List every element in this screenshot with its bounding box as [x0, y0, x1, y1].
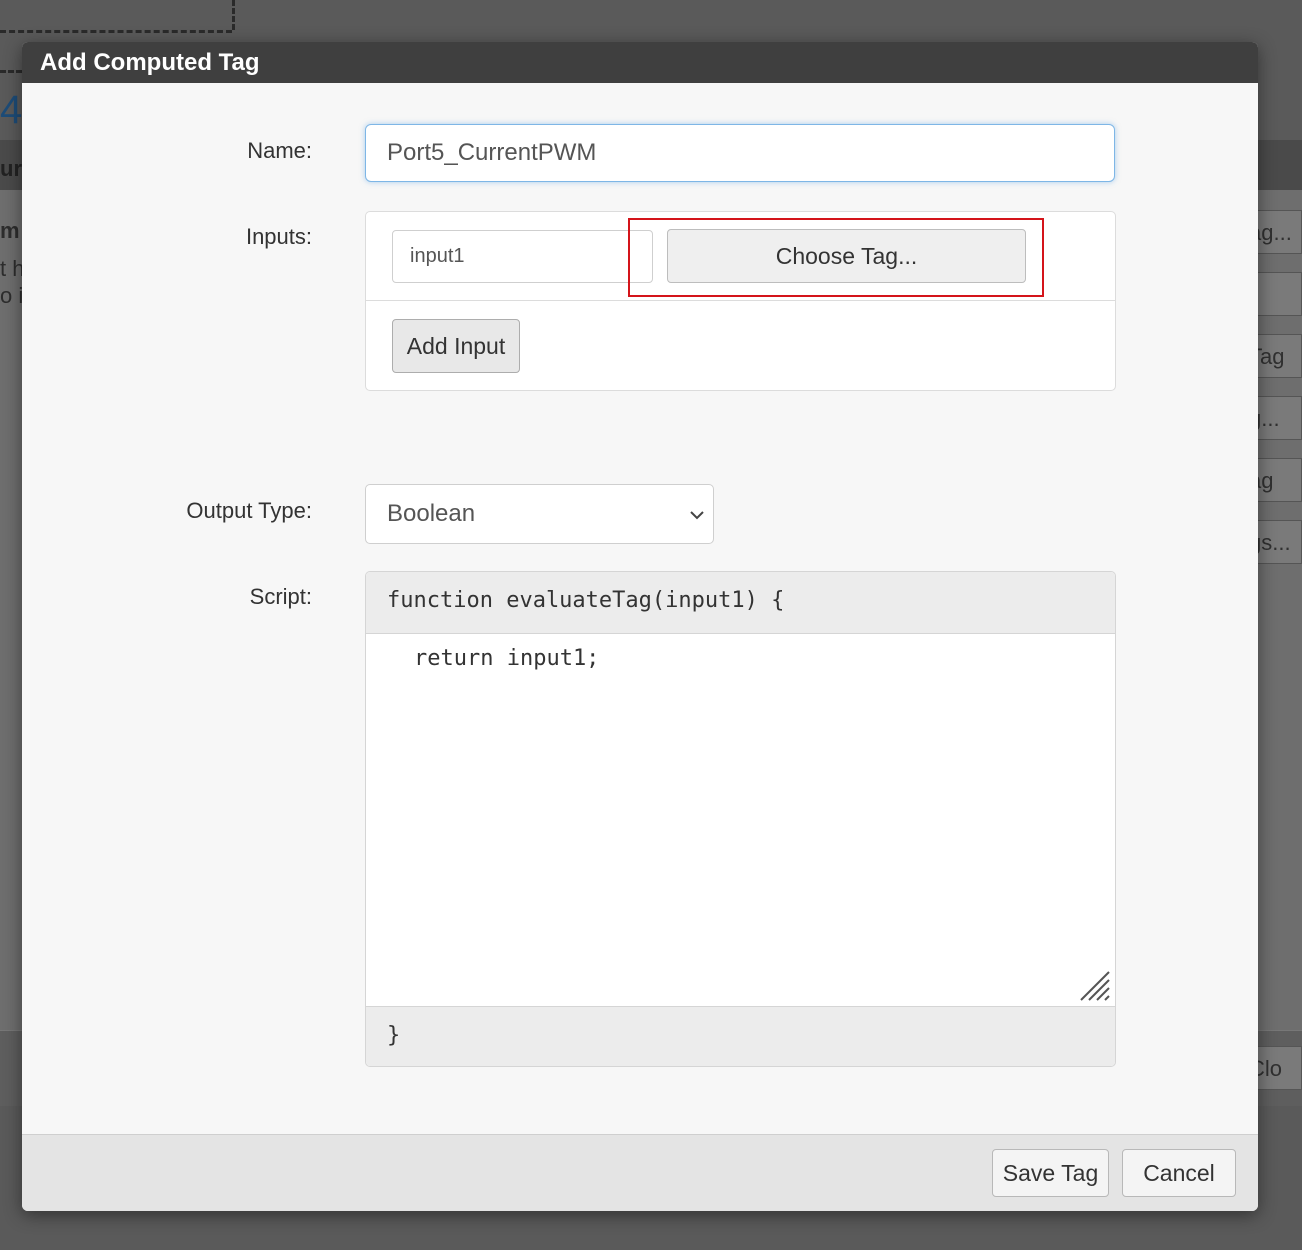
add-computed-tag-dialog: Add Computed Tag Name: Inputs: Choose Ta…: [22, 42, 1258, 1211]
dialog-footer: Save Tag Cancel: [22, 1134, 1258, 1211]
dialog-title: Add Computed Tag: [22, 42, 1258, 83]
background-text: o i: [0, 283, 24, 308]
script-header: function evaluateTag(input1) {: [366, 572, 1115, 634]
output-type-label: Output Type:: [186, 498, 312, 523]
inputs-label: Inputs:: [245, 224, 312, 249]
background-text: ur: [0, 156, 22, 181]
inputs-panel: Choose Tag... Add Input: [365, 211, 1116, 391]
resize-grip-icon[interactable]: [1075, 966, 1111, 1002]
add-input-button[interactable]: Add Input: [392, 319, 520, 373]
name-input[interactable]: [365, 124, 1115, 182]
script-label: Script:: [249, 584, 312, 609]
script-editor: function evaluateTag(input1) { return in…: [365, 571, 1116, 1067]
background-dashed-border: [0, 30, 232, 33]
chevron-down-icon: [689, 485, 705, 543]
script-footer: }: [366, 1006, 1115, 1066]
output-type-value: Boolean: [387, 500, 476, 527]
cancel-button[interactable]: Cancel: [1122, 1149, 1236, 1197]
choose-tag-button[interactable]: Choose Tag...: [667, 229, 1026, 283]
input-name-field[interactable]: [392, 230, 653, 283]
background-text: m: [0, 218, 20, 243]
output-type-select[interactable]: Boolean: [365, 484, 714, 544]
save-tag-button[interactable]: Save Tag: [992, 1149, 1109, 1197]
background-dashed-border-vertical: [232, 0, 235, 30]
script-body-textarea[interactable]: return input1;: [366, 634, 1115, 1005]
input-row: Choose Tag...: [366, 212, 1115, 301]
background-text: t h: [0, 256, 25, 281]
background-number: 4: [0, 88, 23, 132]
name-label: Name:: [247, 138, 312, 163]
